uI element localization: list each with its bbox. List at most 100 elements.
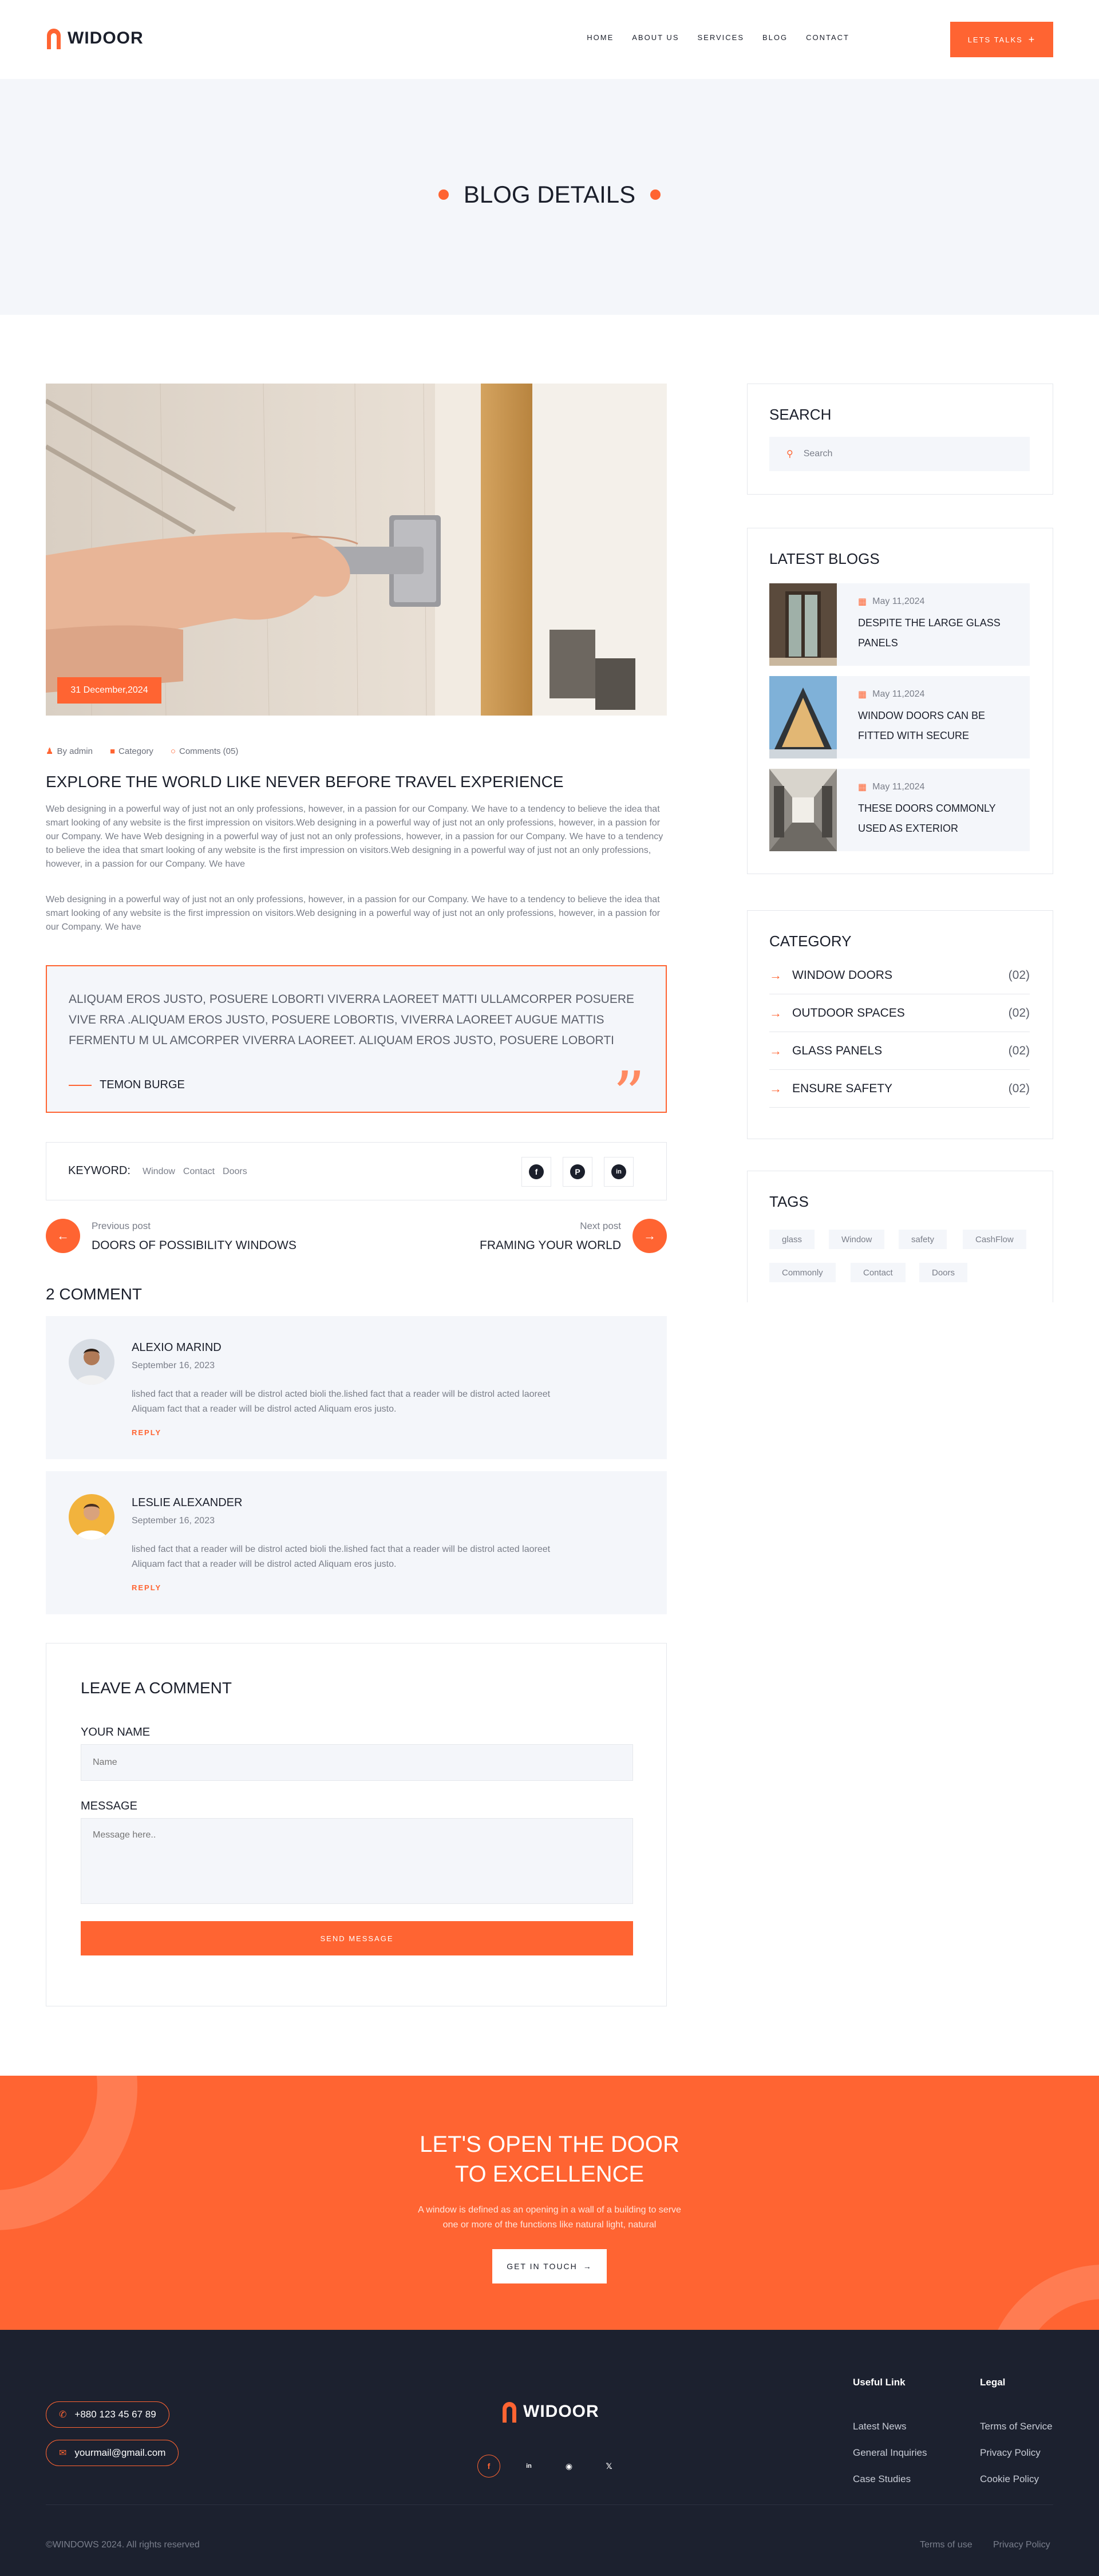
blog-date-text: May 11,2024: [872, 782, 925, 792]
logo-text: WIDOOR: [68, 29, 144, 48]
avatar-photo: [69, 1494, 114, 1540]
blog-date: ▦ May 11,2024: [858, 781, 924, 793]
nav-home[interactable]: HOME: [587, 33, 614, 42]
footer-link[interactable]: Terms of Service: [980, 2421, 1053, 2432]
name-label: YOUR NAME: [81, 1726, 151, 1739]
linkedin-icon: in: [611, 1164, 626, 1179]
search-placeholder: Search: [803, 449, 833, 459]
previous-post-button[interactable]: ←: [46, 1219, 80, 1253]
nav-about-us[interactable]: ABOUT US: [632, 33, 679, 42]
latest-blog-item[interactable]: ▦ May 11,2024 DESPITE THE LARGE GLASS PA…: [769, 583, 1030, 666]
linkedin-icon[interactable]: in: [517, 2455, 540, 2478]
blog-date: ▦ May 11,2024: [858, 596, 924, 607]
next-post-button[interactable]: →: [632, 1219, 667, 1253]
blog-title: THESE DOORS COMMONLY USED AS EXTERIOR: [858, 803, 996, 834]
comment-item: ALEXIO MARIND September 16, 2023 lished …: [46, 1316, 667, 1459]
privacy-policy-link[interactable]: Privacy Policy: [993, 2540, 1050, 2550]
post-meta: ♟ By admin ■ Category ○ Comments (05): [46, 746, 238, 757]
quote-text: ALIQUAM EROS JUSTO, POSUERE LOBORTI VIVE…: [69, 993, 635, 1047]
meta-comments-text: Comments (05): [179, 746, 239, 756]
comment-text: lished fact that a reader will be distro…: [132, 1389, 551, 1414]
comment-form-title: LEAVE A COMMENT: [81, 1679, 232, 1697]
post-date-badge: 31 December,2024: [57, 677, 161, 704]
footer-logo[interactable]: WIDOOR: [501, 2401, 599, 2423]
blog-title: DESPITE THE LARGE GLASS PANELS: [858, 617, 1001, 649]
quote-mark-icon: ”: [612, 1058, 645, 1131]
reply-button[interactable]: REPLY: [132, 1428, 161, 1437]
facebook-icon[interactable]: f: [477, 2455, 500, 2478]
footer-email[interactable]: ✉ yourmail@gmail.com: [46, 2440, 179, 2466]
message-label: MESSAGE: [81, 1800, 137, 1812]
tag-chip[interactable]: glass: [769, 1230, 815, 1249]
comment-item: LESLIE ALEXANDER September 16, 2023 lish…: [46, 1471, 667, 1614]
latest-blog-item[interactable]: ▦ May 11,2024 WINDOW DOORS CAN BE FITTED…: [769, 676, 1030, 758]
nav-blog[interactable]: BLOG: [762, 33, 788, 42]
footer-link[interactable]: Privacy Policy: [980, 2447, 1041, 2459]
door-logo-icon: [503, 2402, 516, 2423]
folder-icon: ■: [109, 746, 116, 756]
get-in-touch-label: GET IN TOUCH: [507, 2262, 578, 2271]
share-facebook-button[interactable]: f: [521, 1157, 551, 1187]
category-item[interactable]: → GLASS PANELS (02): [769, 1032, 1030, 1070]
reply-button[interactable]: REPLY: [132, 1583, 161, 1592]
legal-title: Legal: [980, 2377, 1006, 2388]
lets-talk-button[interactable]: LETS TALKS +: [950, 22, 1053, 57]
user-icon: ♟: [46, 746, 54, 756]
category-item[interactable]: → WINDOW DOORS (02): [769, 957, 1030, 994]
send-message-button[interactable]: SEND MESSAGE: [81, 1921, 633, 1955]
page-title: BLOG DETAILS: [0, 181, 1099, 208]
category-name: OUTDOOR SPACES: [792, 1006, 905, 1020]
arrow-right-icon: →: [769, 1005, 782, 1020]
latest-blogs-title: LATEST BLOGS: [769, 550, 880, 567]
tag-chip[interactable]: Doors: [919, 1263, 968, 1282]
get-in-touch-button[interactable]: GET IN TOUCH →: [492, 2249, 607, 2283]
category-item[interactable]: → ENSURE SAFETY (02): [769, 1070, 1030, 1108]
tag-chip[interactable]: Window: [829, 1230, 885, 1249]
tag-chip[interactable]: Contact: [851, 1263, 906, 1282]
meta-author[interactable]: ♟ By admin: [46, 746, 93, 757]
door-photo: [769, 583, 837, 666]
header-logo[interactable]: WIDOOR: [46, 27, 144, 49]
keyword-list: Window Contact Doors: [143, 1167, 247, 1177]
mail-icon: ✉: [59, 2448, 67, 2458]
phone-icon: ✆: [59, 2410, 67, 2420]
name-input[interactable]: [81, 1744, 633, 1781]
category-count: (02): [1008, 1044, 1030, 1057]
tag-chip[interactable]: safety: [899, 1230, 947, 1249]
keyword-tag[interactable]: Doors: [223, 1167, 247, 1177]
post-paragraph-2: Web designing in a powerful way of just …: [46, 895, 661, 932]
search-widget: SEARCH ⚲ Search: [747, 384, 1053, 495]
comment-text: lished fact that a reader will be distro…: [132, 1544, 551, 1569]
message-input[interactable]: [81, 1818, 633, 1904]
footer-link[interactable]: General Inquiries: [853, 2447, 927, 2459]
category-item[interactable]: → OUTDOOR SPACES (02): [769, 994, 1030, 1032]
tag-chip[interactable]: CashFlow: [963, 1230, 1026, 1249]
nav-services[interactable]: SERVICES: [697, 33, 744, 42]
tag-chip[interactable]: Commonly: [769, 1263, 836, 1282]
next-post-title[interactable]: FRAMING YOUR WORLD: [480, 1239, 621, 1253]
previous-post-title[interactable]: DOORS OF POSSIBILITY WINDOWS: [92, 1239, 297, 1253]
footer-link[interactable]: Case Studies: [853, 2474, 911, 2485]
blog-thumbnail: [769, 676, 837, 758]
nav-contact[interactable]: CONTACT: [806, 33, 849, 42]
cta-title-line: TO EXCELLENCE: [454, 2162, 645, 2187]
footer-link[interactable]: Cookie Policy: [980, 2474, 1039, 2485]
footer-phone[interactable]: ✆ +880 123 45 67 89: [46, 2401, 169, 2428]
instagram-icon[interactable]: ◉: [558, 2455, 580, 2478]
arrow-right-icon: →: [643, 1228, 656, 1243]
meta-category[interactable]: ■ Category: [110, 746, 153, 756]
latest-blog-item[interactable]: ▦ May 11,2024 THESE DOORS COMMONLY USED …: [769, 769, 1030, 851]
keyword-tag[interactable]: Contact: [183, 1167, 215, 1177]
arrow-right-icon: →: [769, 967, 782, 982]
keyword-tag[interactable]: Window: [143, 1167, 175, 1177]
avatar: [69, 1494, 114, 1540]
quote-author-name: TEMON BURGE: [100, 1078, 185, 1091]
terms-of-use-link[interactable]: Terms of use: [920, 2540, 973, 2550]
search-input[interactable]: ⚲ Search: [769, 437, 1030, 471]
footer-link[interactable]: Latest News: [853, 2421, 907, 2432]
meta-comments[interactable]: ○ Comments (05): [171, 746, 238, 756]
x-icon[interactable]: 𝕏: [598, 2455, 620, 2478]
share-linkedin-button[interactable]: in: [604, 1157, 634, 1187]
useful-links-title: Useful Link: [853, 2377, 906, 2388]
share-pinterest-button[interactable]: P: [563, 1157, 592, 1187]
